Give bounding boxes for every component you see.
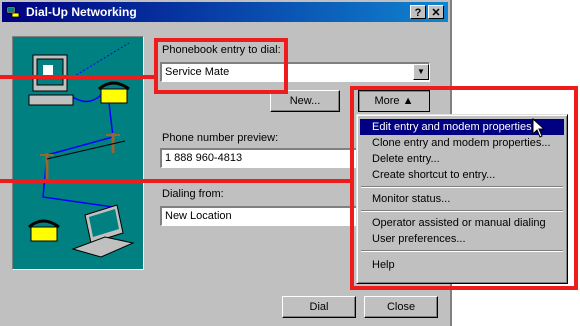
chevron-down-icon[interactable]: ▼ [413,64,429,80]
phonebook-highlight-box [154,38,288,94]
dialing-from-label: Dialing from: [162,188,224,200]
highlight-pointer-line [0,75,156,79]
phone-preview-value: 1 888 960-4813 [165,152,243,164]
close-button[interactable]: Close [364,296,438,318]
dialing-from-value: New Location [165,210,232,222]
network-illustration [28,42,135,258]
menu-highlight-box [350,86,578,290]
dialup-illustration [12,36,144,270]
window-title: Dial-Up Networking [26,5,137,19]
phone-network-icon [6,6,20,18]
dial-button[interactable]: Dial [282,296,356,318]
phone-preview-label: Phone number preview: [162,132,279,144]
help-button[interactable]: ? [410,5,426,19]
phone-preview-field: 1 888 960-4813 [160,148,360,168]
dialing-from-dropdown[interactable]: New Location [160,206,360,226]
highlight-pointer-line [0,179,352,183]
close-window-button[interactable]: ✕ [428,5,444,19]
title-bar: Dial-Up Networking ? ✕ [2,2,448,22]
